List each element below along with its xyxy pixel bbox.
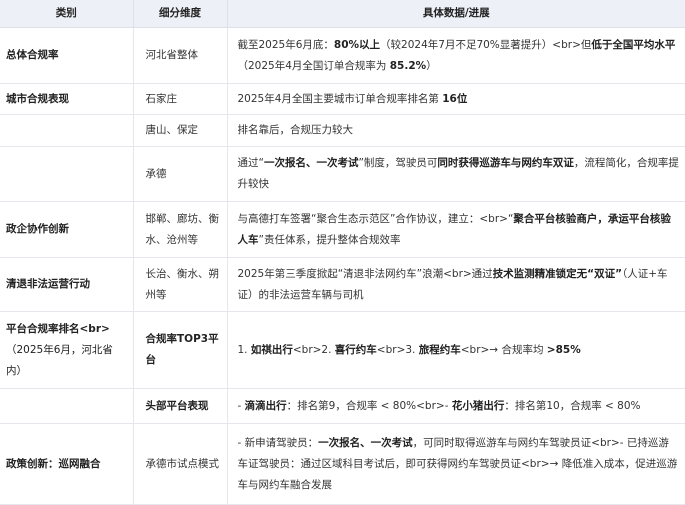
- detail-text: 截至2025年6月底：: [237, 38, 334, 51]
- row-category-main: 平台合规率排名<br>: [6, 322, 110, 335]
- row-sub-dimension: 长治、衡水、朔州等: [133, 257, 228, 312]
- detail-text: ”责任体系，提升整体合规效率: [258, 233, 401, 246]
- row-category: 平台合规率排名<br> （2025年6月，河北省内）: [0, 311, 134, 389]
- row-sub-dimension: 头部平台表现: [133, 388, 228, 424]
- row-detail: - 新申请驾驶员：一次报名、一次考试，可同时取得巡游车与网约车驾驶员证<br>-…: [227, 423, 685, 505]
- detail-text: - 新申请驾驶员：: [237, 436, 319, 449]
- detail-emphasis: 技术监测精准锁定无“双证”: [492, 267, 622, 280]
- detail-emphasis: 低于全国平均水平: [591, 38, 676, 51]
- row-sub-dimension: 河北省整体: [133, 27, 228, 84]
- table-row: 城市合规表现 石家庄 2025年4月全国主要城市订单合规率排名第 16位: [0, 83, 685, 115]
- row-sub-dimension: 邯郸、廊坊、衡水、沧州等: [133, 201, 228, 258]
- row-sub-dimension: 承德市试点模式: [133, 423, 228, 505]
- table-row: 平台合规率排名<br> （2025年6月，河北省内） 合规率TOP3平台 1. …: [0, 311, 685, 389]
- header-category: 类别: [0, 0, 134, 28]
- detail-text: <br>→ 合规率均: [460, 343, 547, 356]
- row-category: 清退非法运营行动: [0, 257, 134, 312]
- row-category: [0, 146, 134, 202]
- detail-text: （较2024年7月不足70%显著提升）<br>但: [380, 38, 592, 51]
- row-sub-dimension: 石家庄: [133, 83, 228, 115]
- detail-text: 2025年第三季度掀起“清退非法网约车”浪潮<br>通过: [237, 267, 493, 280]
- row-detail: 2025年第三季度掀起“清退非法网约车”浪潮<br>通过技术监测精准锁定无“双证…: [227, 257, 685, 312]
- detail-emphasis: 80%以上: [333, 38, 381, 51]
- row-category: [0, 114, 134, 147]
- detail-emphasis: 同时获得巡游车与网约车双证: [437, 157, 574, 169]
- detail-text: 通过“: [237, 157, 264, 169]
- row-category: [0, 388, 134, 424]
- detail-emphasis: 一次报名、一次考试: [318, 436, 413, 449]
- row-category-note: （2025年6月，河北省内）: [6, 343, 113, 377]
- detail-text: 1.: [237, 343, 251, 356]
- row-category: 政企协作创新: [0, 201, 134, 258]
- row-detail: 2025年4月全国主要城市订单合规率排名第 16位: [227, 83, 685, 115]
- row-category: 政策创新：巡网融合: [0, 423, 134, 505]
- table-row: 政策创新：巡网融合 承德市试点模式 - 新申请驾驶员：一次报名、一次考试，可同时…: [0, 423, 685, 505]
- table-row: 清退非法运营行动 长治、衡水、朔州等 2025年第三季度掀起“清退非法网约车”浪…: [0, 257, 685, 312]
- detail-emphasis: 一次报名、一次考试: [263, 157, 359, 169]
- detail-emphasis: 如祺出行: [250, 343, 293, 356]
- detail-emphasis: >85%: [546, 343, 581, 356]
- detail-text: ：排名第10，合规率 < 80%: [504, 399, 641, 412]
- row-sub-dimension: 承德: [133, 146, 228, 202]
- row-detail: 截至2025年6月底：80%以上（较2024年7月不足70%显著提升）<br>但…: [227, 27, 685, 84]
- detail-text: 与高德打车签署“聚合生态示范区”合作协议，建立：<br>“: [237, 212, 514, 225]
- detail-emphasis: 喜行约车: [334, 343, 377, 356]
- detail-text: ：排名第9，合规率 < 80%<br>-: [286, 399, 452, 412]
- table-row: 唐山、保定 排名靠后，合规压力较大: [0, 114, 685, 147]
- header-sub-dimension: 细分维度: [133, 0, 228, 28]
- detail-emphasis: 旅程约车: [418, 343, 461, 356]
- table-row: 头部平台表现 - 滴滴出行：排名第9，合规率 < 80%<br>- 花小猪出行：…: [0, 388, 685, 424]
- table-header-row: 类别 细分维度 具体数据/进展: [0, 0, 685, 28]
- table-row: 承德 通过“一次报名、一次考试”制度，驾驶员可同时获得巡游车与网约车双证，流程简…: [0, 146, 685, 202]
- detail-text: <br>2.: [292, 343, 335, 356]
- header-detail: 具体数据/进展: [227, 0, 685, 28]
- detail-emphasis: 85.2%: [389, 59, 427, 72]
- row-sub-dimension: 唐山、保定: [133, 114, 228, 147]
- detail-emphasis: 16位: [442, 92, 468, 105]
- detail-emphasis: 滴滴出行: [244, 399, 287, 412]
- row-detail: 排名靠后，合规压力较大: [227, 114, 685, 147]
- detail-emphasis: 花小猪出行: [451, 399, 505, 412]
- row-category: 城市合规表现: [0, 83, 134, 115]
- detail-text: -: [237, 399, 245, 412]
- data-table: 类别 细分维度 具体数据/进展 总体合规率 河北省整体 截至2025年6月底：8…: [0, 0, 685, 505]
- table-row: 政企协作创新 邯郸、廊坊、衡水、沧州等 与高德打车签署“聚合生态示范区”合作协议…: [0, 201, 685, 258]
- detail-text: ）: [426, 59, 437, 72]
- table-row: 总体合规率 河北省整体 截至2025年6月底：80%以上（较2024年7月不足7…: [0, 27, 685, 84]
- detail-text: <br>3.: [376, 343, 419, 356]
- row-sub-dimension: 合规率TOP3平台: [133, 311, 228, 389]
- detail-text: 排名靠后，合规压力较大: [237, 124, 354, 136]
- detail-text: ”制度，驾驶员可: [358, 157, 438, 169]
- detail-text: （2025年4月全国订单合规率为: [237, 59, 390, 72]
- row-detail: - 滴滴出行：排名第9，合规率 < 80%<br>- 花小猪出行：排名第10，合…: [227, 388, 685, 424]
- detail-text: 2025年4月全国主要城市订单合规率排名第: [237, 92, 443, 105]
- row-category: 总体合规率: [0, 27, 134, 84]
- row-detail: 1. 如祺出行<br>2. 喜行约车<br>3. 旅程约车<br>→ 合规率均 …: [227, 311, 685, 389]
- row-detail: 通过“一次报名、一次考试”制度，驾驶员可同时获得巡游车与网约车双证，流程简化，合…: [227, 146, 685, 202]
- row-detail: 与高德打车签署“聚合生态示范区”合作协议，建立：<br>“聚合平台核验商户，承运…: [227, 201, 685, 258]
